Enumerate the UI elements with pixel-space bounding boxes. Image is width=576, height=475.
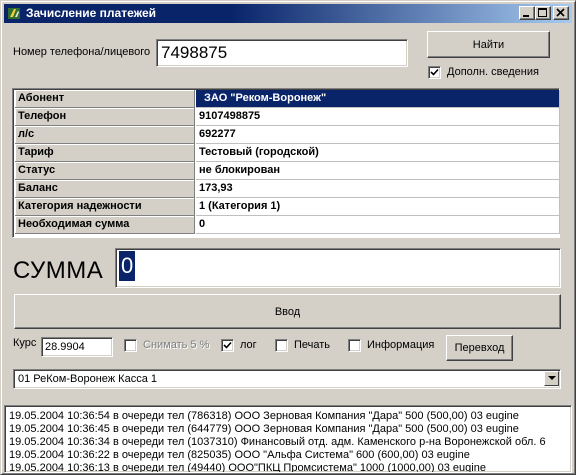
grid-value[interactable]: 9107498875 [196,108,560,126]
extra-info-label: Дополн. сведения [447,66,539,78]
close-button[interactable] [553,6,569,20]
print-label: Печать [294,339,331,351]
grid-label: Баланс [15,180,195,198]
grid-label: Статус [15,162,195,180]
withhold-label: Снимать 5 % [143,339,210,351]
grid-label: Категория надежности [15,198,195,216]
grid-row[interactable]: Баланс 173,93 [15,180,560,198]
summa-label: СУММА [13,257,104,284]
app-icon [7,6,22,21]
grid-value[interactable]: ЗАО "Реком-Воронеж" [196,90,560,108]
grid-row[interactable]: л/с 692277 [15,126,560,144]
log-line: 19.05.2004 10:36:45 в очереди тел (64477… [9,423,519,435]
main-window: Зачисление платежей Номер телефона/лицев… [0,0,576,475]
log-line: 19.05.2004 10:36:34 в очереди тел (10373… [9,436,546,448]
grid-label: Телефон [15,108,195,126]
print-checkbox[interactable] [275,339,288,352]
grid-row[interactable]: Категория надежности 1 (Категория 1) [15,198,560,216]
grid-label: Абонент [15,90,195,108]
summa-input[interactable]: 0 [115,248,561,288]
grid-value[interactable]: 173,93 [196,180,560,198]
log-checkbox[interactable] [221,339,234,352]
minimize-button[interactable] [519,6,535,20]
rate-input[interactable]: 28.9904 [41,337,113,357]
withhold-checkbox[interactable] [124,339,137,352]
rate-value: 28.9904 [45,341,85,353]
summa-value: 0 [119,251,136,281]
maximize-button[interactable] [535,6,551,20]
title-bar[interactable]: Зачисление платежей [4,4,572,23]
information-label: Информация [367,339,435,351]
grid-row[interactable]: Телефон 9107498875 [15,108,560,126]
transfer-button[interactable]: Перевход [446,335,513,361]
window-title: Зачисление платежей [26,6,157,20]
grid-row[interactable]: Статус не блокирован [15,162,560,180]
phone-account-value: 7498875 [161,43,228,62]
rate-label: Курс [13,337,37,349]
grid-value[interactable]: не блокирован [196,162,560,180]
log-line: 19.05.2004 10:36:54 в очереди тел (78631… [9,410,519,422]
cashbox-select[interactable]: 01 РеКом-Воронеж Касса 1 [13,369,561,389]
enter-button[interactable]: Ввод [14,294,561,329]
payment-log-list[interactable]: 19.05.2004 10:36:54 в очереди тел (78631… [4,405,572,473]
subscriber-info-grid: Абонент ЗАО "Реком-Воронеж" Телефон 9107… [12,88,560,238]
chevron-down-icon[interactable] [544,371,559,386]
phone-account-label: Номер телефона/лицевого [13,46,151,58]
grid-value[interactable]: 1 (Категория 1) [196,198,560,216]
grid-row[interactable]: Тариф Тестовый (городской) [15,144,560,162]
grid-label: Необходимая сумма [15,216,195,234]
cashbox-selected: 01 РеКом-Воронеж Касса 1 [18,373,158,385]
log-line: 19.05.2004 10:36:22 в очереди тел (82503… [9,449,470,461]
find-button[interactable]: Найти [427,31,550,58]
grid-label: Тариф [15,144,195,162]
log-line: 19.05.2004 10:36:13 в очереди тел (49440… [9,462,486,473]
grid-label: л/с [15,126,195,144]
grid-value[interactable]: 0 [196,216,560,234]
extra-info-checkbox[interactable] [428,66,441,79]
grid-value[interactable]: Тестовый (городской) [196,144,560,162]
grid-row[interactable]: Абонент ЗАО "Реком-Воронеж" [15,90,560,108]
phone-account-input[interactable]: 7498875 [156,39,408,67]
information-checkbox[interactable] [348,339,361,352]
grid-value[interactable]: 692277 [196,126,560,144]
grid-row[interactable]: Необходимая сумма 0 [15,216,560,234]
log-label: лог [240,339,257,351]
